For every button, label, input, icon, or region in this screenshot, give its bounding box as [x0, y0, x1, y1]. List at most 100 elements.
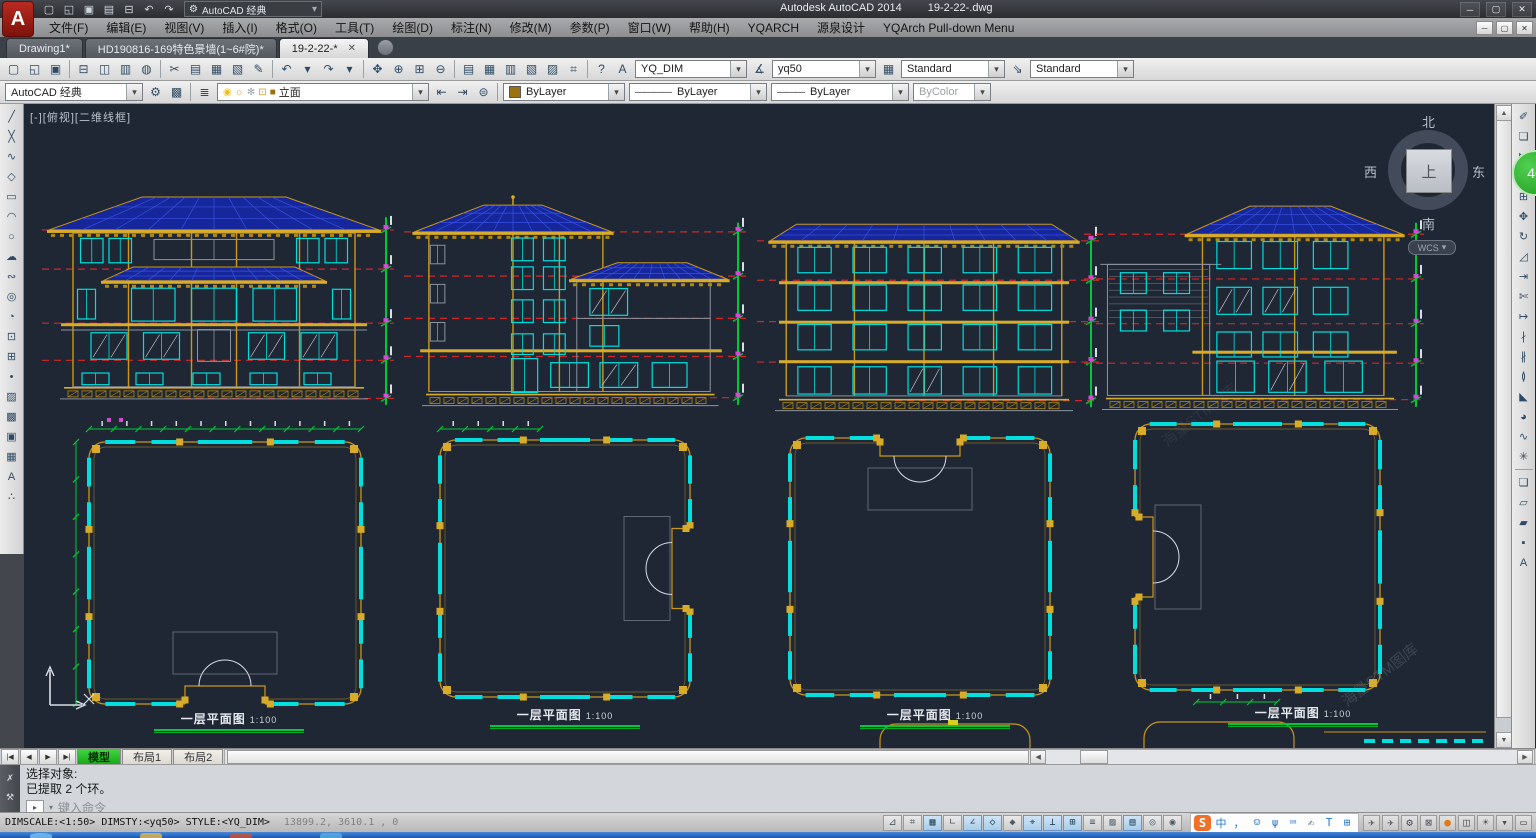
- new-tab-button[interactable]: [377, 39, 394, 56]
- layer-properties-icon[interactable]: ≣: [194, 82, 215, 102]
- chevron-down-icon[interactable]: ▾: [608, 84, 624, 100]
- new-icon[interactable]: ▢: [3, 59, 24, 79]
- dim-style-icon[interactable]: ∡: [749, 59, 770, 79]
- viewcube-east[interactable]: 东: [1472, 162, 1485, 181]
- capture-icon[interactable]: ▩: [166, 82, 187, 102]
- close-button[interactable]: ✕: [1516, 21, 1533, 35]
- menu-item-7[interactable]: 标注(N): [442, 17, 501, 38]
- close-tab-icon[interactable]: ✕: [348, 43, 356, 54]
- coordinates-readout[interactable]: 13899.2, 3610.1 , 0: [284, 817, 398, 828]
- layer-lock-icon[interactable]: ⊡: [258, 87, 266, 98]
- text-style-icon[interactable]: A: [612, 59, 633, 79]
- layer-on-icon[interactable]: ◉: [223, 87, 232, 98]
- restore-button[interactable]: ▢: [1496, 21, 1513, 35]
- draworder-front-icon[interactable]: ❏: [1513, 473, 1534, 492]
- otrack-toggle[interactable]: ⌖: [1023, 815, 1042, 831]
- model-canvas[interactable]: [-][俯视][二维线框] 北 南 西 东 上 WCS▾ 海量STM图库 海量S…: [24, 104, 1494, 748]
- chevron-down-icon[interactable]: ▾: [126, 84, 142, 100]
- layout-tab-0[interactable]: 模型: [77, 749, 121, 765]
- save-as-icon[interactable]: ▤: [100, 2, 118, 17]
- menu-item-13[interactable]: 源泉设计: [808, 17, 874, 38]
- infer-constraints-toggle[interactable]: ⊿: [883, 815, 902, 831]
- chevron-down-icon[interactable]: ▾: [412, 84, 428, 100]
- menu-item-5[interactable]: 工具(T): [326, 17, 383, 38]
- viewcube-south[interactable]: 南: [1422, 214, 1435, 233]
- chamfer-icon[interactable]: ◣: [1513, 387, 1534, 406]
- menu-item-6[interactable]: 绘图(D): [383, 17, 442, 38]
- quickcalc-icon[interactable]: ⌗: [563, 59, 584, 79]
- status-ball-icon[interactable]: ●: [1439, 815, 1456, 831]
- menu-item-3[interactable]: 插入(I): [213, 17, 266, 38]
- restore-button[interactable]: ▢: [1486, 2, 1506, 17]
- table-style-icon[interactable]: ▦: [878, 59, 899, 79]
- annotation-monitor-toggle[interactable]: ◉: [1163, 815, 1182, 831]
- ime-punct-icon[interactable]: ，: [1231, 815, 1247, 830]
- scroll-down-icon[interactable]: ▼: [1496, 732, 1512, 748]
- undo-icon[interactable]: ↶: [276, 59, 297, 79]
- ime-skin-icon[interactable]: T: [1321, 815, 1337, 830]
- revision-cloud-icon[interactable]: ☁: [1, 247, 22, 266]
- workspace-combo-2[interactable]: AutoCAD 经典▾: [5, 83, 143, 101]
- ime-keyboard-icon[interactable]: ⌨: [1285, 815, 1301, 830]
- move-icon[interactable]: ✥: [1513, 207, 1534, 226]
- horizontal-scroll-thumb-2[interactable]: [1080, 750, 1108, 764]
- cut-icon[interactable]: ✂: [164, 59, 185, 79]
- construction-line-icon[interactable]: ╳: [1, 127, 22, 146]
- file-tab-1[interactable]: HD190816-169特色景墙(1~6#院)*: [85, 38, 277, 58]
- chevron-down-icon[interactable]: ▾: [49, 803, 53, 812]
- polyline-icon[interactable]: ∿: [1, 147, 22, 166]
- ime-toolbox-icon[interactable]: ⊞: [1339, 815, 1355, 830]
- color-combo[interactable]: ByLayer▾: [503, 83, 625, 101]
- save-icon[interactable]: ▣: [80, 2, 98, 17]
- drawing-canvas-svg[interactable]: [24, 104, 1494, 748]
- chevron-down-icon[interactable]: ▾: [974, 84, 990, 100]
- paste-special-icon[interactable]: ▧: [227, 59, 248, 79]
- tool-palettes-icon[interactable]: ▥: [500, 59, 521, 79]
- line-icon[interactable]: ╱: [1, 107, 22, 126]
- draworder-under-icon[interactable]: ▪: [1513, 533, 1534, 552]
- text-style-combo[interactable]: YQ_DIM▾: [635, 60, 747, 78]
- undo-icon[interactable]: ↶: [140, 2, 158, 17]
- selection-cycling-toggle[interactable]: ◎: [1143, 815, 1162, 831]
- chevron-down-icon[interactable]: ▾: [730, 61, 746, 77]
- application-status-icon[interactable]: ◫: [1458, 815, 1475, 831]
- autocad-logo-icon[interactable]: A: [2, 1, 34, 37]
- fillet-icon[interactable]: ◕: [1513, 407, 1534, 426]
- erase-icon[interactable]: ✐: [1513, 107, 1534, 126]
- mtext-icon[interactable]: A: [1, 467, 22, 486]
- redo-icon[interactable]: ↷: [318, 59, 339, 79]
- ime-voice-icon[interactable]: ψ: [1267, 815, 1283, 830]
- vertical-scroll-thumb[interactable]: [1496, 120, 1512, 718]
- tab-first-button[interactable]: |◀: [1, 749, 19, 765]
- draworder-above-icon[interactable]: ▰: [1513, 513, 1534, 532]
- paste-icon[interactable]: ▦: [206, 59, 227, 79]
- rotate-icon[interactable]: ↻: [1513, 227, 1534, 246]
- plot-style-combo[interactable]: ByColor▾: [913, 83, 991, 101]
- layer-states-icon[interactable]: ⊜: [473, 82, 494, 102]
- layout-tab-2[interactable]: 布局2: [173, 749, 223, 765]
- hatch-icon[interactable]: ▨: [1, 387, 22, 406]
- osnap-toggle[interactable]: ◇: [983, 815, 1002, 831]
- lineweight-toggle[interactable]: ≡: [1083, 815, 1102, 831]
- menu-item-1[interactable]: 编辑(E): [97, 17, 155, 38]
- ellipse-icon[interactable]: ◎: [1, 287, 22, 306]
- viewcube-top-face[interactable]: 上: [1406, 149, 1452, 193]
- copy-clip-icon[interactable]: ▤: [185, 59, 206, 79]
- trim-icon[interactable]: ✄: [1513, 287, 1534, 306]
- save-icon[interactable]: ▣: [45, 59, 66, 79]
- table-style-combo[interactable]: Standard▾: [901, 60, 1005, 78]
- match-properties-icon[interactable]: ✎: [248, 59, 269, 79]
- pan-icon[interactable]: ✥: [367, 59, 388, 79]
- wcs-selector[interactable]: WCS▾: [1408, 240, 1456, 255]
- properties-icon[interactable]: ▤: [458, 59, 479, 79]
- viewcube-north[interactable]: 北: [1422, 112, 1435, 131]
- transparency-toggle[interactable]: ▨: [1103, 815, 1122, 831]
- redo-icon[interactable]: ↷: [160, 2, 178, 17]
- tab-prev-button[interactable]: ◀: [20, 749, 38, 765]
- toolbar-lock-icon[interactable]: ⊠: [1420, 815, 1437, 831]
- insert-block-icon[interactable]: ⊡: [1, 327, 22, 346]
- vertical-scrollbar[interactable]: ▲ ▼: [1494, 104, 1511, 748]
- menu-item-2[interactable]: 视图(V): [155, 17, 213, 38]
- scroll-up-icon[interactable]: ▲: [1496, 105, 1512, 121]
- undo-list-icon[interactable]: ▾: [297, 59, 318, 79]
